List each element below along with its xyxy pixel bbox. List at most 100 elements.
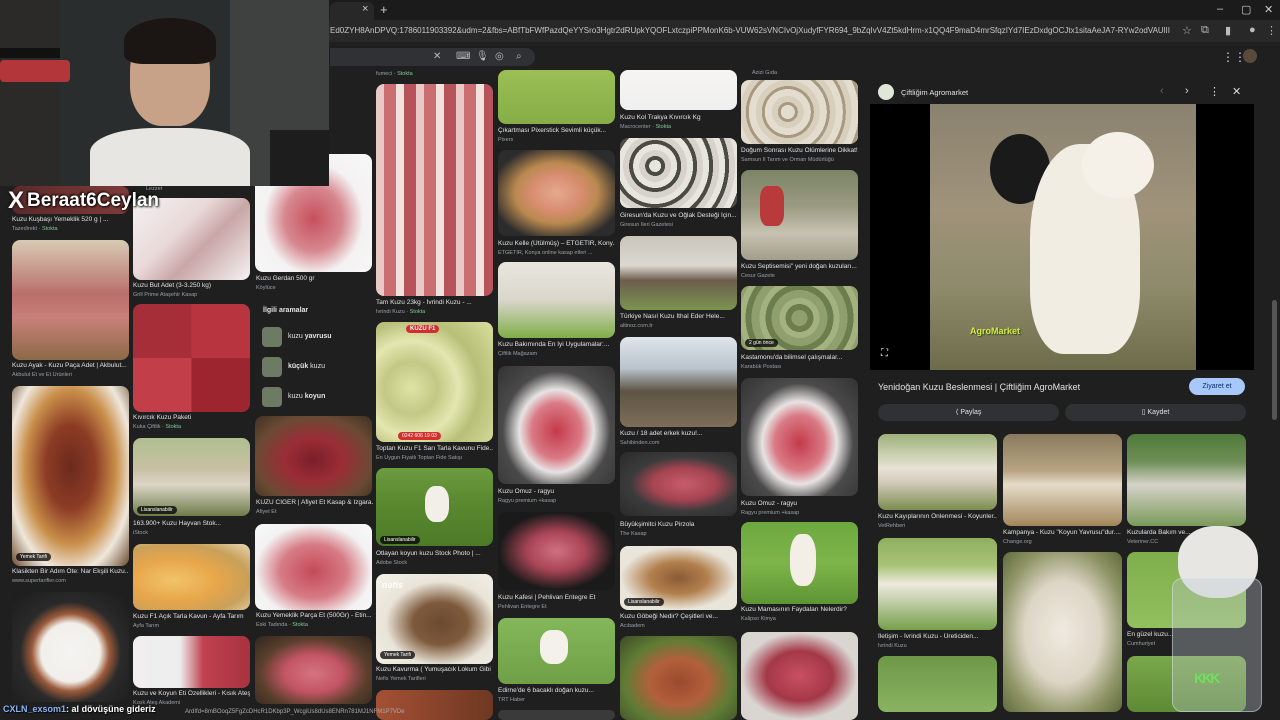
result-caption[interactable]: Otlayan koyun kuzu Stock Photo | ... (376, 550, 493, 558)
image-result[interactable] (498, 70, 615, 124)
bookmark-star-icon[interactable]: ☆ (1182, 24, 1192, 37)
keyboard-icon[interactable]: ⌨ (456, 51, 470, 62)
result-caption[interactable]: Kuzu Mamasının Faydaları Nelerdir? (741, 606, 858, 614)
image-result[interactable] (255, 636, 372, 704)
more-options-icon[interactable]: ⋮ (1209, 85, 1220, 98)
image-result[interactable] (133, 544, 250, 610)
result-caption[interactable]: Büyükşimitci Kuzu Pirzola (620, 521, 737, 529)
result-caption[interactable]: Kuzu F1 Açık Tarla Kavun - Ayfa Tarım (133, 613, 250, 621)
image-result[interactable] (376, 322, 493, 442)
result-caption[interactable]: Kuzu Kuşbaşı Yemeklik 520 g | ... (12, 216, 129, 224)
related-image[interactable] (1127, 434, 1246, 526)
side-panel-icon[interactable]: ▮ (1225, 24, 1231, 37)
result-caption[interactable]: Kuzu Ayak - Kuzu Paça Adet | Akbulut... (12, 362, 129, 370)
previous-image-icon[interactable]: ‹ (1160, 85, 1164, 97)
result-caption[interactable]: Kampanya - Kuzu "Koyun Yavrusu"dur.... (1003, 529, 1122, 537)
result-caption[interactable]: Kuzu Kavurma ( Yumuşacık Lokum Gibi ) (376, 666, 493, 674)
image-result[interactable] (620, 636, 737, 720)
search-icon[interactable]: ⌕ (516, 51, 522, 62)
result-caption[interactable]: 163.900+ Kuzu Hayvan Stok... (133, 520, 250, 528)
related-search-item[interactable]: küçük kuzu (258, 354, 372, 380)
voice-search-icon[interactable]: 🎙 (476, 51, 489, 62)
avatar[interactable] (1243, 49, 1257, 63)
result-caption[interactable]: Kuzu Kelle (Ütülmüş) – ETGETİR, Kony... (498, 240, 615, 248)
result-caption[interactable]: Kuzu ve Koyun Eti Özellikleri - Kısık At… (133, 690, 250, 698)
result-caption[interactable]: Klasikten Bir Adım Öte: Nar Ekşili Kuzu.… (12, 568, 129, 576)
image-result[interactable] (133, 636, 250, 688)
google-lens-icon[interactable]: ⛶ (881, 348, 888, 359)
preview-site-name[interactable]: Çiftliğim Agromarket (901, 88, 968, 97)
related-image[interactable] (878, 656, 997, 712)
image-result[interactable] (498, 262, 615, 338)
image-result[interactable] (498, 710, 615, 720)
tab-close-button[interactable]: × (362, 3, 368, 15)
result-caption[interactable]: Kuzu Omuz - ragyu (498, 488, 615, 496)
profile-icon[interactable]: ● (1249, 24, 1256, 36)
image-result[interactable] (620, 138, 737, 208)
close-preview-icon[interactable]: ✕ (1232, 85, 1241, 98)
image-result[interactable] (133, 438, 250, 516)
image-result[interactable] (741, 632, 858, 720)
result-caption[interactable]: Kuzu But Adet (3-3.250 kg) (133, 282, 250, 290)
result-caption[interactable]: Kuzu Göbeği Nedir? Çeşitleri ve... (620, 613, 737, 621)
url-text[interactable]: Ed0ZYH8AnDPVQ:1786011903392&udm=2&fbs=AB… (330, 26, 1170, 35)
result-caption[interactable]: Kıvırcık Kuzu Paketi (133, 414, 250, 422)
minimize-button[interactable]: – (1217, 3, 1223, 15)
visit-button[interactable]: Ziyaret et (1189, 378, 1245, 395)
result-caption[interactable]: Giresun'da Kuzu ve Oğlak Desteği İçin... (620, 212, 737, 220)
image-result[interactable] (498, 512, 615, 590)
related-image[interactable] (878, 538, 997, 630)
related-search-item[interactable]: kuzu koyun (258, 384, 372, 410)
share-button[interactable]: ⟨ Paylaş (878, 404, 1059, 421)
result-caption[interactable]: Doğum Sonrası Kuzu Ölümlerine Dikkat! (741, 147, 858, 155)
image-result[interactable] (741, 170, 858, 260)
image-result[interactable] (498, 150, 615, 236)
image-result[interactable] (12, 386, 129, 566)
result-caption[interactable]: Edirne'de 6 bacaklı doğan kuzu... (498, 687, 615, 695)
related-image[interactable] (1003, 434, 1122, 526)
result-caption[interactable]: Kuzu Septisemisi" yeni doğan kuzuları... (741, 263, 858, 271)
image-result[interactable] (12, 592, 129, 702)
image-result[interactable] (12, 240, 129, 360)
preview-title[interactable]: Yenidoğan Kuzu Beslenmesi | Çiftliğim Ag… (878, 382, 1080, 392)
image-result[interactable] (376, 84, 493, 296)
save-button[interactable]: ▯ Kaydet (1065, 404, 1246, 421)
related-image[interactable] (878, 434, 997, 510)
result-caption[interactable]: Toptan Kuzu F1 Sarı Tarla Kavunu Fide... (376, 445, 493, 453)
image-result[interactable] (255, 524, 372, 610)
result-caption[interactable]: Tam Kuzu 23kg - İvrindi Kuzu - ... (376, 299, 493, 307)
image-result[interactable] (133, 304, 250, 412)
close-window-button[interactable]: ✕ (1264, 3, 1273, 16)
result-caption[interactable]: Kuzu Kol Trakya Kıvırcık Kg (620, 114, 737, 122)
result-caption[interactable]: Kuzu Kayıplarının Önlenmesi - Koyunler..… (878, 513, 997, 521)
menu-kebab-icon[interactable]: ⋮ (1266, 24, 1277, 37)
result-caption[interactable]: Kuzu Gerdan 500 gr (256, 275, 373, 283)
image-result[interactable] (620, 70, 737, 110)
next-image-icon[interactable]: › (1185, 85, 1189, 97)
result-caption[interactable]: Kuzu Yemeklik Parça Et (500Gr) - Etin... (256, 612, 373, 620)
new-tab-button[interactable]: + (380, 2, 388, 17)
related-image[interactable] (1003, 552, 1122, 712)
result-caption[interactable]: Kuzu Kafesi | Pehlivan Entegre Et (498, 594, 615, 602)
result-caption[interactable]: KUZU CİĞER | Afiyet Et Kasap & Izgara... (256, 499, 373, 507)
image-result[interactable] (620, 337, 737, 427)
lens-search-icon[interactable]: ◎ (495, 51, 504, 62)
result-caption[interactable]: Çıkartması Pixerstick Sevimli küçük... (498, 127, 615, 135)
preview-image[interactable]: AgroMarket (930, 104, 1196, 370)
image-result[interactable] (376, 690, 493, 720)
result-caption[interactable]: Kuzu Omuz - ragyu (741, 500, 858, 508)
image-result[interactable] (498, 366, 615, 484)
image-result[interactable] (255, 416, 372, 496)
maximize-button[interactable]: ▢ (1241, 3, 1251, 16)
result-caption[interactable]: Türkiye Nasıl Kuzu İthal Eder Hele... (620, 313, 737, 321)
result-caption[interactable]: Kuzu / 18 adet erkek kuzu!... (620, 430, 737, 438)
page-scrollbar[interactable] (1272, 300, 1277, 420)
result-caption[interactable]: İletişim - İvrindi Kuzu - Üreticiden... (878, 633, 997, 641)
image-result[interactable] (620, 452, 737, 516)
image-result[interactable] (741, 80, 858, 144)
result-caption[interactable]: Kuzu Bakımında En İyi Uygulamalar:... (498, 341, 615, 349)
related-search-item[interactable]: kuzu yavrusu (258, 324, 372, 350)
clear-search-icon[interactable]: ✕ (433, 51, 441, 62)
image-result[interactable] (741, 378, 858, 496)
extension-icon[interactable]: ⧉ (1201, 24, 1209, 37)
